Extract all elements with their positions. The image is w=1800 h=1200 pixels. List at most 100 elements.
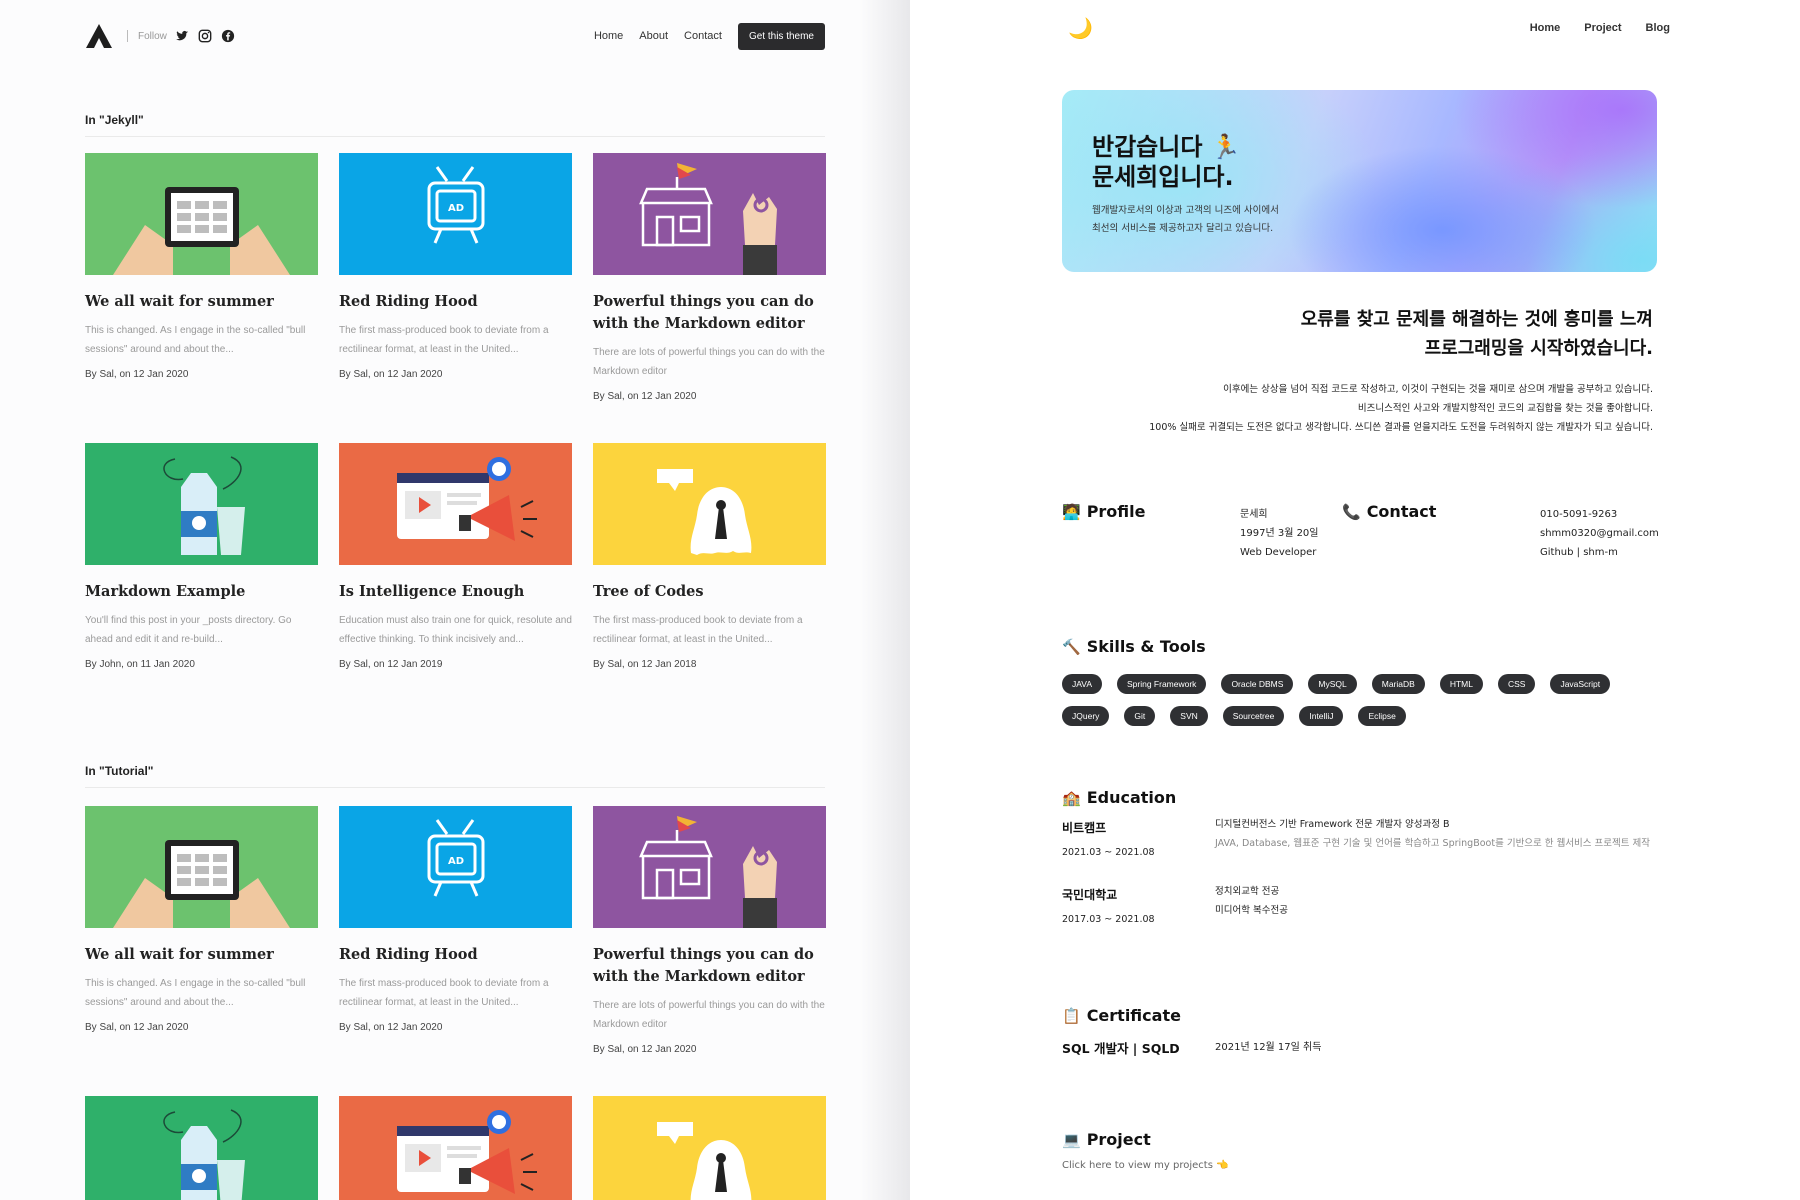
post-thumbnail[interactable]	[593, 153, 826, 275]
post-card[interactable]: Markdown Example You'll find this post in…	[85, 443, 318, 670]
post-card[interactable]: We all wait for summer This is changed. A…	[85, 806, 318, 1033]
post-thumbnail[interactable]: AD	[339, 153, 572, 275]
view-projects-link[interactable]: Click here to view my projects 👈	[1062, 1160, 1229, 1171]
post-excerpt: Education must also train one for quick,…	[339, 615, 572, 645]
moon-logo-icon[interactable]: 🌙	[1068, 16, 1093, 40]
post-meta: By Sal, on 12 Jan 2020	[85, 1022, 189, 1033]
motto-line2: 프로그래밍을 시작하였습니다.	[1424, 338, 1653, 359]
ghost-illustration-icon	[593, 1096, 826, 1200]
profile-name: 문세희	[1240, 509, 1268, 520]
post-card[interactable]: AD Red Riding Hood The first mass-produced…	[339, 806, 572, 1033]
twitter-icon[interactable]	[175, 29, 189, 43]
svg-text:AD: AD	[448, 856, 464, 867]
post-card[interactable]: We all wait for summer This is changed. A…	[85, 153, 318, 380]
post-thumbnail[interactable]	[593, 1096, 826, 1200]
theme-header: Follow Home About Contact Get this theme	[85, 20, 825, 52]
profile-title: Profile	[1086, 502, 1146, 521]
post-excerpt: This is changed. As I engage in the so-c…	[85, 978, 306, 1008]
post-title[interactable]: Powerful things you can do with the Mark…	[593, 944, 826, 988]
post-thumbnail[interactable]	[593, 443, 826, 565]
project-title: Project	[1086, 1130, 1151, 1149]
skill-chip: JavaScript	[1550, 674, 1611, 694]
post-title[interactable]: Red Riding Hood	[339, 944, 572, 966]
education-school-name: 비트캠프	[1062, 821, 1107, 835]
post-title[interactable]: Red Riding Hood	[339, 291, 572, 313]
post-card[interactable]	[593, 1096, 826, 1200]
nav-home-link[interactable]: Home	[594, 30, 623, 42]
hero-banner: 반갑습니다 🏃 문세희입니다. 웹개발자로서의 이상과 고객의 니즈에 사이에서…	[1062, 90, 1657, 272]
section-title-jekyll: In "Jekyll"	[85, 113, 144, 127]
motto-quote: 오류를 찾고 문제를 해결하는 것에 흥미를 느껴 프로그래밍을 시작하였습니다…	[1093, 305, 1653, 363]
post-card[interactable]: Tree of Codes The first mass-produced boo…	[593, 443, 826, 670]
section-divider	[85, 136, 825, 137]
post-excerpt: The first mass-produced book to deviate …	[593, 615, 803, 645]
post-meta: By Sal, on 12 Jan 2019	[339, 659, 443, 670]
post-thumbnail[interactable]	[85, 1096, 318, 1200]
post-excerpt: The first mass-produced book to deviate …	[339, 325, 549, 355]
nav-project-link[interactable]: Project	[1584, 22, 1621, 34]
post-card[interactable]: AD Red Riding Hood The first mass-produced…	[339, 153, 572, 380]
theme-nav: Home About Contact Get this theme	[578, 22, 825, 50]
contact-phone: 010-5091-9263	[1540, 509, 1618, 520]
facebook-icon[interactable]	[221, 29, 235, 43]
post-thumbnail[interactable]	[593, 806, 826, 928]
skills-heading: 🔨 Skills & Tools	[1062, 637, 1206, 656]
skill-chip: Sourcetree	[1222, 706, 1285, 726]
post-card[interactable]	[85, 1096, 318, 1200]
shop-illustration-icon	[593, 806, 826, 928]
skill-chip: Oracle DBMS	[1221, 674, 1294, 694]
nav-about-link[interactable]: About	[639, 30, 668, 42]
milk-illustration-icon	[85, 443, 318, 565]
megaphone-illustration-icon	[339, 443, 572, 565]
nav-contact-link[interactable]: Contact	[684, 30, 722, 42]
project-heading: 💻 Project	[1062, 1130, 1151, 1149]
tv-illustration-icon: AD	[339, 153, 572, 275]
post-card[interactable]: Powerful things you can do with the Mark…	[593, 806, 826, 1055]
post-meta: By Sal, on 12 Jan 2018	[593, 659, 697, 670]
post-thumbnail[interactable]	[85, 443, 318, 565]
hero-subtitle: 웹개발자로서의 이상과 고객의 니즈에 사이에서 최선의 서비스를 제공하고자 …	[1092, 202, 1279, 238]
post-excerpt: This is changed. As I engage in the so-c…	[85, 325, 306, 355]
theme-logo-icon[interactable]	[85, 23, 113, 49]
post-thumbnail[interactable]	[85, 806, 318, 928]
post-thumbnail[interactable]	[85, 153, 318, 275]
post-card[interactable]	[339, 1096, 572, 1200]
portfolio-nav: Home Project Blog	[1506, 22, 1670, 34]
certificate-date: 2021년 12월 17일 취득	[1215, 1042, 1322, 1053]
post-card[interactable]: Is Intelligence Enough Education must als…	[339, 443, 572, 670]
post-title[interactable]: We all wait for summer	[85, 944, 318, 966]
education-title: Education	[1086, 788, 1177, 807]
svg-text:AD: AD	[448, 203, 464, 214]
instagram-icon[interactable]	[198, 29, 212, 43]
education-date: 2017.03 ~ 2021.08	[1062, 914, 1155, 925]
hero-heading-line1: 반갑습니다 🏃	[1092, 133, 1241, 161]
post-thumbnail[interactable]	[339, 1096, 572, 1200]
post-thumbnail[interactable]	[339, 443, 572, 565]
post-title[interactable]: Markdown Example	[85, 581, 318, 603]
skills-chip-list: JAVA Spring Framework Oracle DBMS MySQL Mari…	[1062, 672, 1662, 736]
contact-heading: 📞 Contact	[1342, 502, 1436, 521]
post-title[interactable]: Powerful things you can do with the Mark…	[593, 291, 826, 335]
post-card[interactable]: Powerful things you can do with the Mark…	[593, 153, 826, 402]
nav-home-link[interactable]: Home	[1530, 22, 1561, 34]
education-description: 디지털컨버전스 기반 Framework 전문 개발자 양성과정 B JAVA,…	[1215, 815, 1665, 853]
clipboard-icon: 📋	[1062, 1006, 1081, 1025]
post-title[interactable]: Tree of Codes	[593, 581, 826, 603]
intro-line: 이후에는 상상을 넘어 직접 코드로 작성하고, 이것이 구현되는 것을 재미로…	[1223, 384, 1653, 395]
contact-github[interactable]: Github | shm-m	[1540, 543, 1659, 562]
milk-illustration-icon	[85, 1096, 318, 1200]
post-thumbnail[interactable]: AD	[339, 806, 572, 928]
profile-role: Web Developer	[1240, 547, 1317, 558]
post-title[interactable]: Is Intelligence Enough	[339, 581, 572, 603]
get-theme-button[interactable]: Get this theme	[737, 22, 825, 50]
certificate-title: Certificate	[1086, 1006, 1181, 1025]
skill-chip: HTML	[1439, 674, 1483, 694]
post-title[interactable]: We all wait for summer	[85, 291, 318, 313]
nav-blog-link[interactable]: Blog	[1646, 22, 1670, 34]
skill-chip: SVN	[1170, 706, 1208, 726]
contact-email[interactable]: shmm0320@gmail.com	[1540, 524, 1659, 543]
profile-birthdate: 1997년 3월 20일	[1240, 528, 1319, 539]
education-major: 정치외교학 전공	[1215, 886, 1280, 897]
post-meta: By Sal, on 12 Jan 2020	[85, 369, 189, 380]
profile-details: 문세희 1997년 3월 20일 Web Developer	[1240, 505, 1319, 562]
